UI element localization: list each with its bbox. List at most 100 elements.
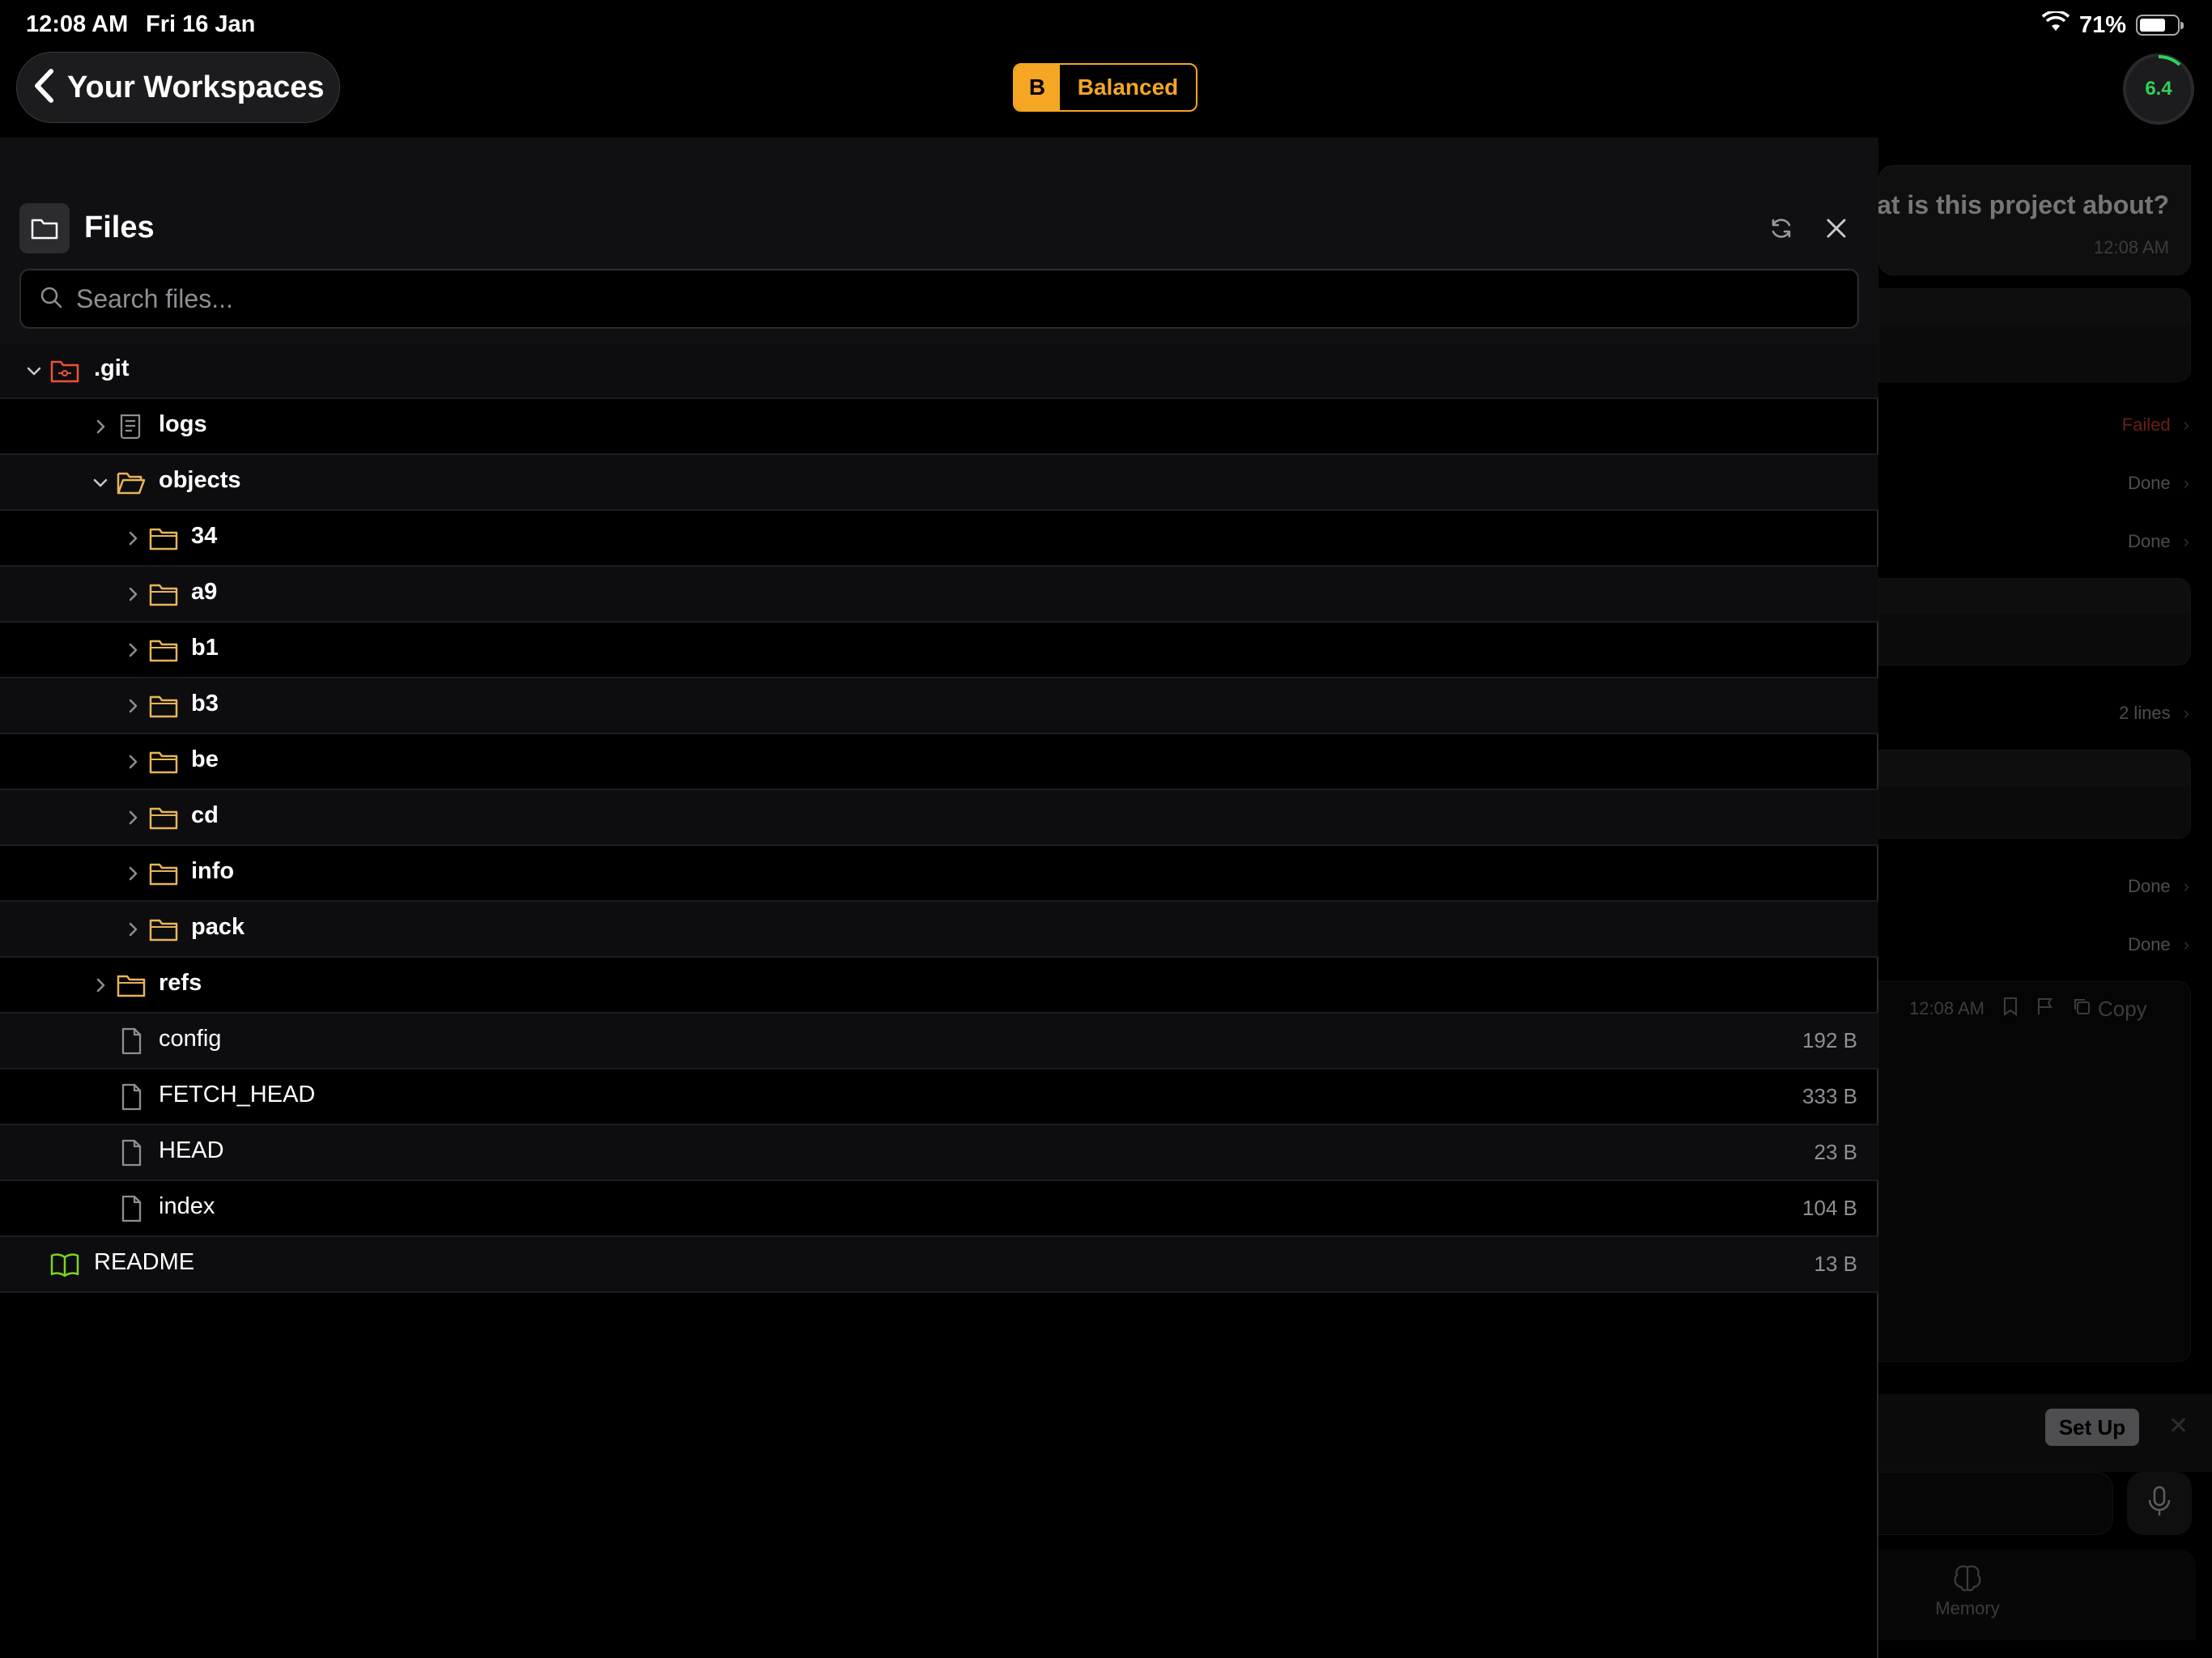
chevron-left-icon: [32, 68, 56, 108]
node-label: pack: [191, 914, 245, 940]
mode-label: Balanced: [1077, 74, 1179, 100]
chevron-right-icon[interactable]: [91, 417, 110, 436]
folder-icon: [117, 971, 146, 999]
mode-letter-badge: B: [1015, 65, 1060, 110]
node-label: a9: [191, 579, 218, 605]
file-icon: [117, 1083, 146, 1111]
file-size: 13 B: [1814, 1252, 1858, 1276]
chevron-down-icon[interactable]: [24, 361, 44, 380]
node-label: HEAD: [159, 1137, 224, 1163]
folder-row[interactable]: refs: [0, 958, 1878, 1014]
wifi-icon: [2041, 10, 2070, 39]
mode-selector[interactable]: B Balanced: [1013, 63, 1197, 112]
status-done: Done: [2128, 934, 2171, 954]
chevron-right-icon[interactable]: [123, 585, 143, 604]
node-label: b3: [191, 691, 219, 716]
flag-icon[interactable]: [2036, 997, 2054, 1021]
back-button-label: Your Workspaces: [67, 70, 325, 104]
memory-tab[interactable]: Memory: [1927, 1564, 2008, 1619]
folder-icon: [149, 636, 178, 664]
close-icon[interactable]: ✕: [2168, 1412, 2189, 1440]
chevron-right-icon[interactable]: [123, 529, 143, 548]
folder-row[interactable]: info: [0, 846, 1878, 902]
chevron-right-icon[interactable]: [123, 752, 143, 772]
status-lines: 2 lines: [2119, 703, 2171, 723]
chevron-right-icon[interactable]: [123, 808, 143, 827]
file-row[interactable]: FETCH_HEAD 333 B: [0, 1069, 1878, 1125]
file-size: 104 B: [1802, 1196, 1857, 1220]
copy-label: Copy: [2097, 996, 2147, 1021]
tool-row-failed[interactable]: Failed ›: [2122, 414, 2189, 436]
file-row[interactable]: README 13 B: [0, 1237, 1878, 1293]
node-label: README: [94, 1249, 195, 1275]
folder-row[interactable]: pack: [0, 902, 1878, 958]
bookmark-icon[interactable]: [2002, 997, 2018, 1021]
chevron-right-icon: ›: [2183, 531, 2189, 551]
file-icon: [117, 1027, 146, 1055]
file-row[interactable]: index 104 B: [0, 1181, 1878, 1237]
close-panel-button[interactable]: [1819, 212, 1854, 248]
files-panel: Files .git logs objects 34 a9 b1 b3 be cd info pac…: [0, 138, 1878, 1658]
setup-button[interactable]: Set Up: [2045, 1409, 2139, 1446]
node-label: b1: [191, 635, 219, 661]
assistant-message: [1878, 981, 2191, 1362]
tool-row-lines[interactable]: 2 lines ›: [2119, 703, 2189, 724]
folder-row[interactable]: b3: [0, 678, 1878, 734]
node-label: 34: [191, 523, 218, 549]
chevron-right-icon[interactable]: [91, 976, 110, 995]
refresh-button[interactable]: [1763, 212, 1799, 248]
folder-row[interactable]: 34: [0, 511, 1878, 567]
chevron-right-icon: ›: [2183, 934, 2189, 954]
folder-row[interactable]: objects: [0, 455, 1878, 511]
status-done: Done: [2128, 473, 2171, 493]
message-time: 12:08 AM: [1909, 998, 1984, 1018]
folder-icon: [149, 525, 178, 552]
folder-row[interactable]: be: [0, 734, 1878, 790]
folder-row[interactable]: logs: [0, 399, 1878, 455]
score-ring[interactable]: 6.4: [2123, 53, 2194, 125]
close-icon: [1825, 217, 1848, 244]
setup-banner: Set Up ✕: [1878, 1394, 2212, 1472]
status-time: 12:08 AM: [26, 11, 129, 37]
message-meta-row: 12:08 AM Copy: [1878, 980, 2191, 1038]
tool-row-done[interactable]: Done ›: [2128, 531, 2189, 552]
node-label: FETCH_HEAD: [159, 1082, 316, 1107]
tool-group: [1878, 750, 2191, 839]
folder-row[interactable]: a9: [0, 567, 1878, 623]
copy-button[interactable]: Copy: [2072, 997, 2147, 1022]
chevron-right-icon[interactable]: [123, 920, 143, 939]
user-message-text: hat is this project about?: [1878, 190, 2169, 219]
chevron-right-icon[interactable]: [123, 640, 143, 660]
tool-row-done[interactable]: Done ›: [2128, 473, 2189, 494]
status-done: Done: [2128, 531, 2171, 551]
tool-group: [1878, 288, 2191, 382]
folder-row[interactable]: .git: [0, 343, 1878, 399]
back-to-workspaces-button[interactable]: Your Workspaces: [16, 52, 340, 123]
search-files-input[interactable]: [74, 283, 1775, 315]
file-icon: [117, 1139, 146, 1167]
folder-row[interactable]: cd: [0, 790, 1878, 846]
file-row[interactable]: HEAD 23 B: [0, 1125, 1878, 1181]
chevron-right-icon: ›: [2183, 703, 2189, 723]
book-icon: [50, 1251, 79, 1278]
status-failed: Failed: [2121, 414, 2171, 435]
chevron-right-icon[interactable]: [123, 864, 143, 883]
copy-icon: [2072, 997, 2091, 1022]
chat-input[interactable]: [1878, 1472, 2113, 1535]
folder-row[interactable]: b1: [0, 623, 1878, 678]
search-icon: [39, 285, 63, 313]
node-label: cd: [191, 802, 219, 828]
folder-icon: [149, 804, 178, 831]
files-panel-header: Files: [0, 138, 1878, 343]
tool-row-done[interactable]: Done ›: [2128, 876, 2189, 897]
node-label: logs: [159, 411, 207, 437]
file-tree: .git logs objects 34 a9 b1 b3 be cd info pack refs c…: [0, 343, 1878, 1293]
file-row[interactable]: config 192 B: [0, 1014, 1878, 1069]
node-label: .git: [94, 355, 130, 381]
user-message-bubble: hat is this project about? 12:08 AM: [1878, 165, 2191, 275]
chevron-down-icon[interactable]: [91, 473, 110, 492]
microphone-button[interactable]: [2127, 1472, 2192, 1535]
folder-open-icon: [117, 469, 146, 496]
chevron-right-icon[interactable]: [123, 696, 143, 716]
tool-row-done[interactable]: Done ›: [2128, 934, 2189, 955]
